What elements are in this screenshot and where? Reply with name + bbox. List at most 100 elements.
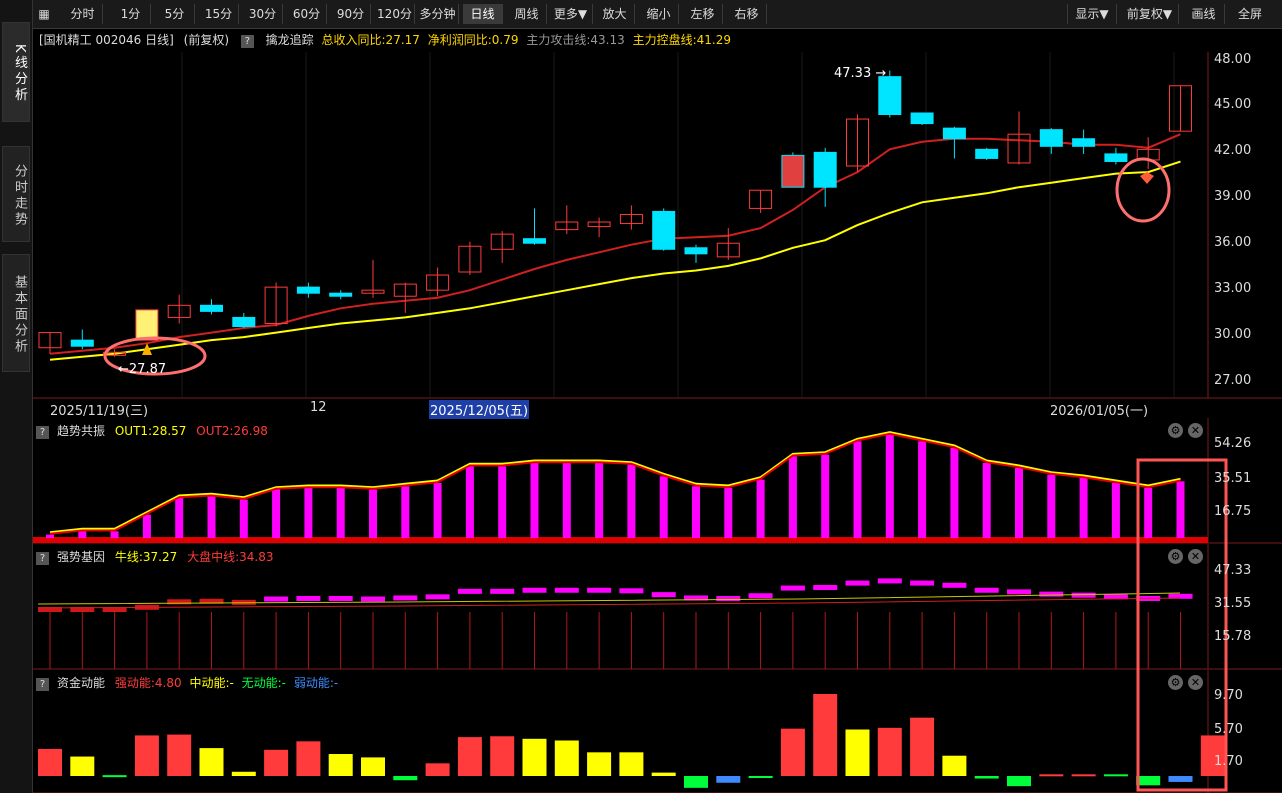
period-more-dropdown[interactable]: 更多▼ xyxy=(549,4,593,24)
help-icon[interactable]: ? xyxy=(36,426,49,439)
period-intraday-button[interactable]: 分时 xyxy=(63,4,103,24)
help-icon[interactable]: ? xyxy=(36,678,49,691)
ma-red-line xyxy=(49,133,1181,355)
period-60min-button[interactable]: 60分 xyxy=(287,4,327,24)
period-daily-button[interactable]: 日线 xyxy=(463,4,503,24)
tab-kline-analysis[interactable]: K线分析 xyxy=(2,22,30,122)
price-tick: 39.00 xyxy=(1214,189,1252,204)
period-5min-button[interactable]: 5分 xyxy=(155,4,195,24)
gene-block xyxy=(780,585,805,591)
candle xyxy=(555,221,579,231)
help-icon[interactable]: ? xyxy=(240,35,254,48)
fund-bar xyxy=(877,727,902,776)
period-multi-min-button[interactable]: 多分钟 xyxy=(417,4,459,24)
candle xyxy=(200,304,223,312)
close-icon[interactable]: ✕ xyxy=(1188,675,1203,690)
fund-bar xyxy=(425,763,450,776)
date-label: 12 xyxy=(310,400,327,415)
gene-block xyxy=(942,582,967,588)
period-15min-button[interactable]: 15分 xyxy=(199,4,239,24)
zoom-out-button[interactable]: 缩小 xyxy=(639,4,679,24)
out1-value: OUT1:28.57 xyxy=(114,424,187,438)
settings-gear-icon[interactable]: ⚙ xyxy=(1168,675,1183,690)
gene-block xyxy=(425,594,450,600)
gene-block xyxy=(522,587,547,593)
trend-bar xyxy=(659,476,668,538)
candle xyxy=(587,221,611,228)
display-dropdown[interactable]: 显示▼ xyxy=(1067,4,1117,24)
gene-block xyxy=(199,598,224,604)
trend-bar xyxy=(627,464,636,538)
bull-line-value: 牛线:37.27 xyxy=(114,550,178,564)
close-icon[interactable]: ✕ xyxy=(1188,549,1203,564)
price-tick: 33.00 xyxy=(1214,281,1252,296)
fund-bar xyxy=(264,749,289,776)
gene-block xyxy=(264,596,289,602)
tab-intraday[interactable]: 分时走势 xyxy=(2,146,30,242)
candle xyxy=(167,304,191,318)
gene-block xyxy=(651,592,676,598)
candle xyxy=(975,148,999,159)
candle xyxy=(1072,138,1096,147)
fund-bar xyxy=(619,752,644,776)
trend-baseline xyxy=(33,537,1208,543)
trend-bar xyxy=(724,488,733,538)
settings-gear-icon[interactable]: ⚙ xyxy=(1168,423,1183,438)
period-1min-button[interactable]: 1分 xyxy=(111,4,151,24)
candle xyxy=(684,247,708,255)
trend-bar xyxy=(272,489,281,538)
help-icon[interactable]: ? xyxy=(36,552,49,565)
gene-block xyxy=(587,587,612,593)
grid-menu-icon[interactable]: ▦ xyxy=(37,4,51,24)
candle xyxy=(716,242,740,258)
candle xyxy=(264,286,288,324)
gene-block xyxy=(974,587,999,593)
zoom-in-button[interactable]: 放大 xyxy=(595,4,635,24)
control-line-value: 主力控盘线:41.29 xyxy=(632,33,731,47)
close-icon[interactable]: ✕ xyxy=(1188,423,1203,438)
fund-bar xyxy=(199,748,224,776)
tab-fundamentals[interactable]: 基本面分析 xyxy=(2,254,30,372)
weak-energy-value: 弱动能:- xyxy=(293,676,339,690)
trend-bar xyxy=(692,486,700,538)
candle xyxy=(942,127,966,140)
fund-bar xyxy=(780,728,805,776)
fund-bar xyxy=(1103,774,1128,777)
gene-block xyxy=(910,580,935,586)
move-left-button[interactable]: 左移 xyxy=(683,4,723,24)
fund-bar xyxy=(457,737,482,776)
period-90min-button[interactable]: 90分 xyxy=(331,4,371,24)
trend-bar xyxy=(821,454,830,538)
fund-bar xyxy=(231,771,256,776)
trend-out1-line xyxy=(49,431,1181,534)
draw-line-button[interactable]: 画线 xyxy=(1183,4,1225,24)
trend-bar xyxy=(1079,478,1088,538)
signal-diamond-icon xyxy=(1140,172,1154,184)
candle xyxy=(1104,153,1128,162)
gene-block xyxy=(296,596,321,601)
adjust-dropdown[interactable]: 前复权▼ xyxy=(1121,4,1179,24)
period-weekly-button[interactable]: 周线 xyxy=(507,4,547,24)
fund-panel xyxy=(38,694,1225,788)
fund-bar xyxy=(1071,774,1096,777)
price-tick: 48.00 xyxy=(1214,52,1252,67)
selected-date-label: 2025/12/05(五) xyxy=(429,400,530,419)
settings-gear-icon[interactable]: ⚙ xyxy=(1168,549,1183,564)
fullscreen-button[interactable]: 全屏 xyxy=(1229,4,1271,24)
fund-bar xyxy=(522,738,547,776)
period-30min-button[interactable]: 30分 xyxy=(243,4,283,24)
gene-block xyxy=(457,588,482,594)
left-sidebar: K线分析 分时走势 基本面分析 xyxy=(0,0,33,793)
candle xyxy=(70,339,94,347)
gene-block xyxy=(684,595,708,601)
fund-bar xyxy=(1136,776,1161,786)
date-label: 2026/01/05(一) xyxy=(1050,404,1149,419)
trend-bar xyxy=(562,463,571,538)
gene-block xyxy=(1168,593,1193,599)
move-right-button[interactable]: 右移 xyxy=(727,4,767,24)
candle xyxy=(749,189,773,209)
indicator-name[interactable]: 擒龙追踪 xyxy=(266,33,314,47)
gene-block xyxy=(393,595,418,601)
period-120min-button[interactable]: 120分 xyxy=(375,4,415,24)
trend-bar xyxy=(595,463,604,538)
